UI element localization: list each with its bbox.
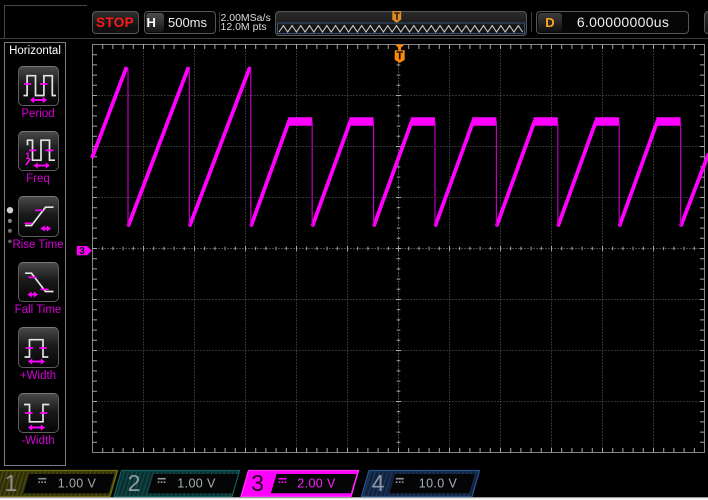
svg-text:1: 1 [5,470,18,496]
svg-text:1.00 V: 1.00 V [58,477,97,491]
svg-text:3: 3 [79,246,85,257]
svg-text:10.0 V: 10.0 V [419,477,458,491]
svg-text:1.00 V: 1.00 V [177,477,216,491]
svg-text:3: 3 [251,470,264,496]
svg-text:4: 4 [372,470,385,496]
svg-text:2.00 V: 2.00 V [297,477,336,491]
svg-text:2: 2 [128,470,141,496]
